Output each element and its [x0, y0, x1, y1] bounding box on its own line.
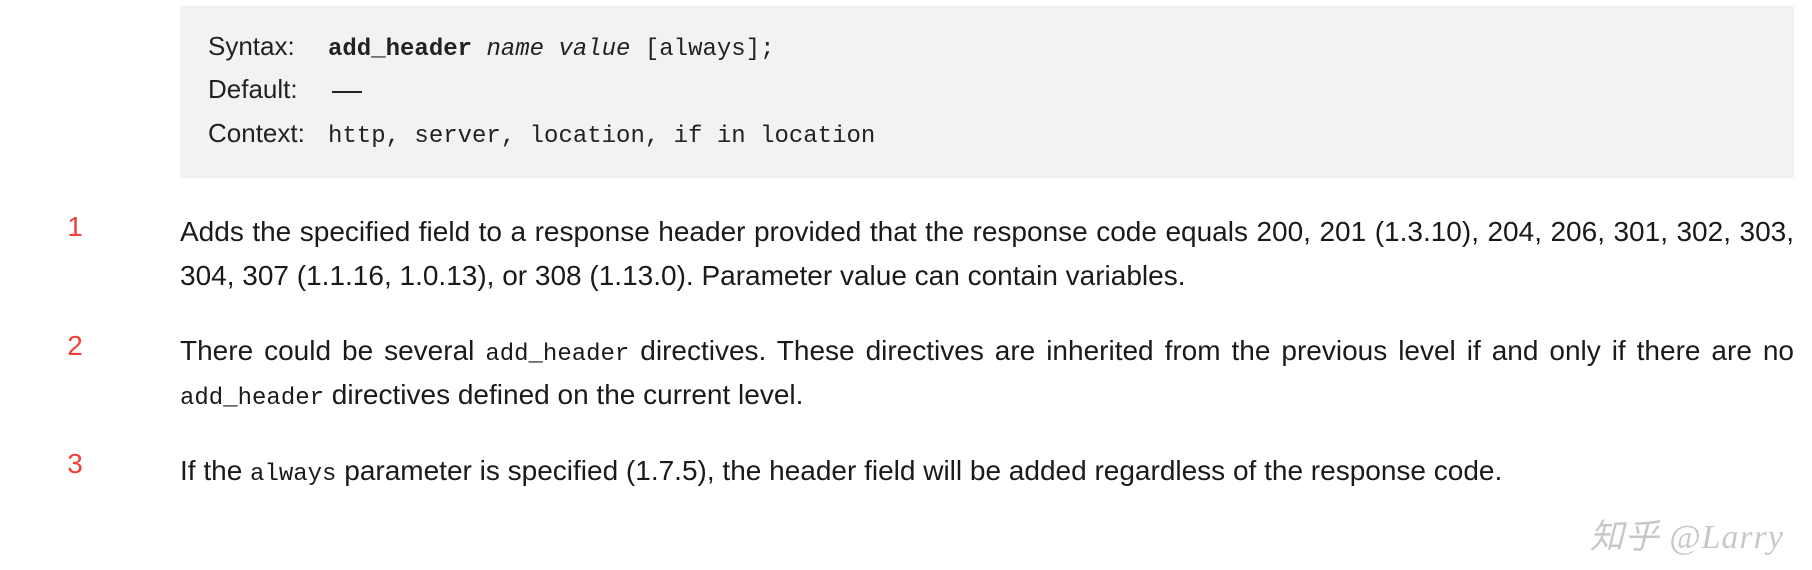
paragraph-number: 3 — [0, 448, 150, 480]
context-row: Context: http, server, location, if in l… — [208, 113, 1766, 156]
paragraph-number: 1 — [0, 211, 150, 243]
directive-optional: [always]; — [645, 36, 775, 63]
inline-code: add_header — [180, 385, 324, 412]
default-row: Default: — [208, 69, 1766, 112]
description-paragraph-2: There could be several add_header direct… — [180, 329, 1794, 417]
text-run: directives defined on the current level. — [324, 379, 803, 410]
syntax-row: Syntax: add_header name value [always]; — [208, 26, 1766, 69]
inline-code: always — [250, 461, 336, 488]
default-value — [328, 74, 362, 112]
doc-page: Syntax: add_header name value [always]; … — [0, 6, 1812, 570]
text-run: If the — [180, 455, 250, 486]
content-column: Syntax: add_header name value [always]; … — [180, 6, 1794, 494]
context-value: http, server, location, if in location — [328, 118, 875, 156]
description-paragraph-3: If the always parameter is specified (1.… — [180, 449, 1794, 493]
watermark: 知乎 @Larry — [1590, 509, 1784, 558]
default-label: Default: — [208, 69, 328, 111]
syntax-value: add_header name value [always]; — [328, 31, 775, 69]
syntax-label: Syntax: — [208, 26, 328, 68]
paragraph-number: 2 — [0, 330, 150, 362]
directive-name: add_header — [328, 36, 472, 63]
directive-args: name value — [486, 36, 630, 63]
text-run: parameter is specified (1.7.5), the head… — [336, 455, 1502, 486]
text-run: There could be several — [180, 335, 485, 366]
inline-code: add_header — [485, 341, 629, 368]
context-label: Context: — [208, 113, 328, 155]
directive-definition-box: Syntax: add_header name value [always]; … — [180, 6, 1794, 178]
dash-icon — [332, 91, 362, 93]
text-run: directives. These directives are inherit… — [629, 335, 1794, 366]
description-paragraph-1: Adds the specified field to a response h… — [180, 210, 1794, 297]
